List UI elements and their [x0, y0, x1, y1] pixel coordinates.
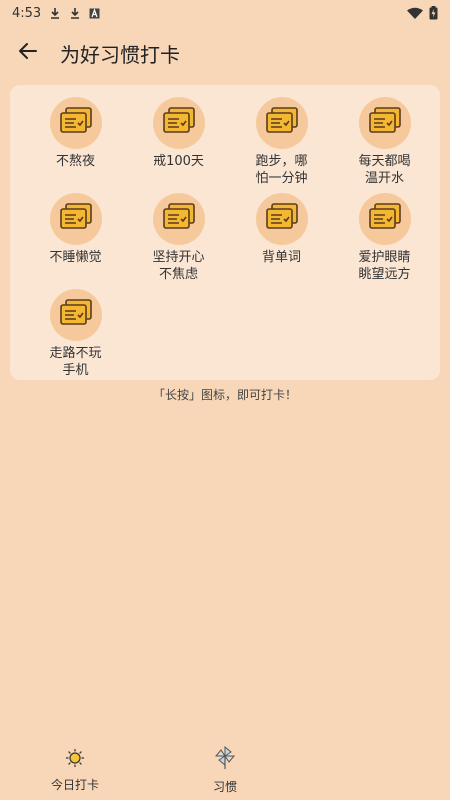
- nav-today[interactable]: 今日打卡: [0, 740, 150, 800]
- nav-habits-label: 习惯: [212, 779, 237, 794]
- habit-item[interactable]: 坚持开心不焦虑: [127, 193, 230, 285]
- habit-item[interactable]: 背单词: [230, 193, 333, 285]
- habit-icon-circle: [358, 97, 411, 149]
- habit-icon-circle: [358, 193, 411, 245]
- habit-label: 爱护眼睛眺望远方: [358, 250, 411, 282]
- habit-icon-circle: [255, 193, 308, 245]
- checklist-cards-icon: [162, 203, 196, 235]
- bottom-nav: 今日打卡 习惯: [0, 740, 450, 800]
- nav-today-label: 今日打卡: [50, 777, 99, 792]
- checklist-cards-icon: [59, 107, 93, 139]
- nav-habits[interactable]: 习惯: [150, 740, 300, 800]
- checklist-cards-icon: [59, 299, 93, 331]
- arrow-left-icon: [17, 40, 39, 66]
- habit-icon-circle: [49, 193, 102, 245]
- habit-item[interactable]: 走路不玩手机: [24, 289, 127, 381]
- habit-icon-circle: [49, 97, 102, 149]
- app-bar: 为好习惯打卡: [0, 28, 450, 78]
- habit-card: 不熬夜 戒100天 跑步，哪怕一分钟 每天都喝温开水 不睡懒觉 坚持开心不焦虑 …: [10, 85, 440, 380]
- download-icon: [69, 7, 81, 19]
- habit-item[interactable]: 每天都喝温开水: [333, 97, 436, 189]
- habit-item[interactable]: 不睡懒觉: [24, 193, 127, 285]
- page-title: 为好习惯打卡: [60, 42, 180, 67]
- checklist-cards-icon: [162, 107, 196, 139]
- habit-icon-circle: [152, 97, 205, 149]
- habit-label: 坚持开心不焦虑: [152, 250, 205, 282]
- habit-label: 不睡懒觉: [49, 250, 102, 265]
- habit-grid: 不熬夜 戒100天 跑步，哪怕一分钟 每天都喝温开水 不睡懒觉 坚持开心不焦虑 …: [24, 97, 434, 381]
- habit-label: 每天都喝温开水: [358, 154, 411, 186]
- habit-icon-circle: [152, 193, 205, 245]
- habit-label: 跑步，哪怕一分钟: [255, 154, 308, 186]
- checklist-cards-icon: [368, 203, 402, 235]
- status-bar: 4:53: [0, 0, 450, 26]
- wifi-icon: [407, 7, 423, 19]
- download-icon: [49, 7, 61, 19]
- habit-label: 背单词: [261, 250, 301, 265]
- long-press-hint: 「长按」图标，即可打卡！: [152, 388, 297, 402]
- a-badge-icon: [89, 7, 100, 19]
- checklist-cards-icon: [368, 107, 402, 139]
- status-time: 4:53: [12, 5, 42, 21]
- habit-item[interactable]: 跑步，哪怕一分钟: [230, 97, 333, 189]
- habit-label: 戒100天: [153, 154, 204, 169]
- habit-icon-circle: [49, 289, 102, 341]
- sun-icon: [65, 748, 85, 772]
- habit-item[interactable]: 不熬夜: [24, 97, 127, 189]
- pinwheel-icon: [214, 745, 236, 774]
- back-button[interactable]: [8, 33, 48, 73]
- checklist-cards-icon: [265, 203, 299, 235]
- habit-label: 走路不玩手机: [49, 346, 102, 378]
- habit-label: 不熬夜: [55, 154, 95, 169]
- habit-item[interactable]: 戒100天: [127, 97, 230, 189]
- battery-icon: [429, 6, 438, 20]
- checklist-cards-icon: [265, 107, 299, 139]
- habit-item[interactable]: 爱护眼睛眺望远方: [333, 193, 436, 285]
- checklist-cards-icon: [59, 203, 93, 235]
- habit-icon-circle: [255, 97, 308, 149]
